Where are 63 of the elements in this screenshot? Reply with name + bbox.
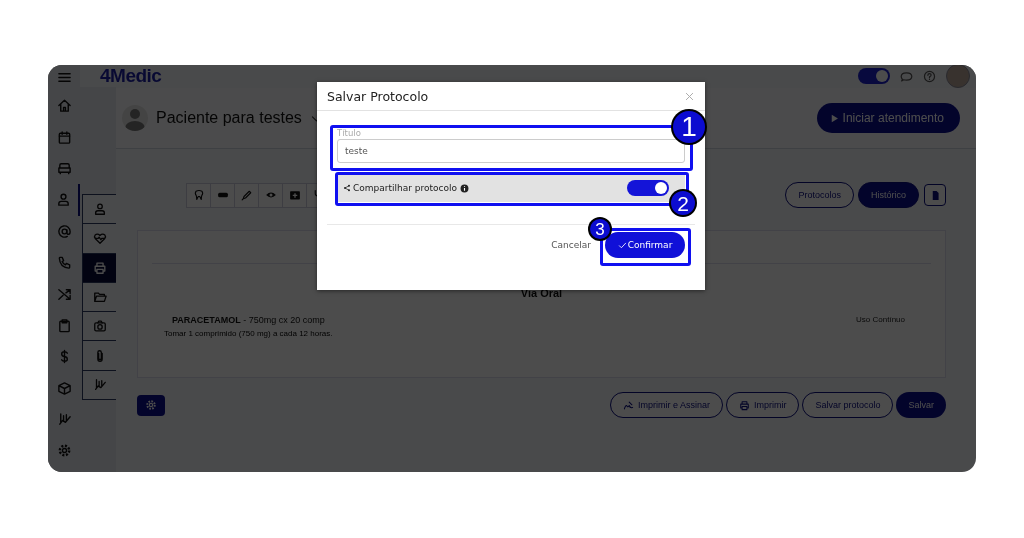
user-avatar[interactable] — [946, 65, 970, 88]
logo: 4Medic — [100, 65, 162, 87]
action-button[interactable]: Imprimir — [725, 392, 800, 418]
share-toggle[interactable] — [627, 180, 669, 196]
patient-avatar — [122, 105, 148, 131]
title-input[interactable]: teste — [337, 139, 685, 163]
cancel-button[interactable]: Cancelar — [551, 240, 591, 250]
menu-icon[interactable] — [56, 70, 72, 85]
chat-icon[interactable] — [900, 69, 913, 83]
side-tab[interactable] — [83, 253, 116, 283]
settings-icon — [56, 443, 72, 459]
folder-icon — [92, 290, 107, 305]
chart-icon — [92, 377, 107, 392]
cube-icon — [56, 380, 72, 396]
at-sign-icon — [56, 223, 72, 239]
help-icon[interactable] — [923, 69, 936, 83]
callout-number: 3 — [590, 219, 610, 239]
signature-icon — [622, 399, 634, 411]
shuffle-icon — [56, 286, 72, 302]
settings-icon — [145, 399, 157, 411]
camera-icon — [92, 319, 107, 334]
action-button[interactable]: Imprimir e Assinar — [609, 392, 723, 418]
callout-number: 2 — [671, 191, 695, 215]
view-toggle-button[interactable]: Histórico — [858, 182, 919, 208]
action-button[interactable]: Salvar — [896, 392, 946, 418]
side-tab[interactable] — [83, 341, 116, 371]
tooth-icon[interactable] — [192, 189, 205, 201]
calendar-icon — [56, 129, 72, 145]
info-icon[interactable] — [460, 183, 469, 193]
dialog-title: Salvar Protocolo — [327, 88, 429, 104]
document-button[interactable] — [924, 184, 946, 206]
person-icon — [92, 202, 107, 217]
share-icon — [343, 184, 351, 192]
field-label: Título — [337, 128, 362, 138]
person-icon — [55, 192, 71, 208]
heartbeat-icon — [92, 231, 107, 246]
pen-icon[interactable] — [240, 189, 253, 201]
close-button[interactable] — [684, 90, 695, 102]
patient-name[interactable]: Paciente para testes — [156, 109, 302, 127]
first-aid-icon[interactable] — [288, 189, 301, 201]
confirm-button[interactable]: Confirmar — [605, 232, 685, 258]
phone-icon — [56, 255, 72, 271]
side-tab[interactable] — [83, 370, 116, 400]
callout-number: 1 — [673, 111, 705, 143]
view-toggle-button[interactable]: Protocolos — [785, 182, 854, 208]
side-tab[interactable] — [83, 312, 116, 342]
close-icon — [684, 90, 695, 102]
chart-icon — [56, 412, 72, 428]
check-icon — [617, 240, 627, 250]
printer-icon — [738, 399, 750, 411]
sofa-icon — [56, 160, 72, 176]
action-button[interactable]: Salvar protocolo — [802, 392, 894, 418]
theme-toggle[interactable] — [858, 68, 890, 84]
side-tab[interactable] — [83, 195, 116, 225]
settings-button[interactable] — [137, 394, 165, 416]
share-label: Compartilhar protocolo — [353, 183, 457, 193]
medication-line: PARACETAMOL - 750mg cx 20 comp — [172, 315, 326, 325]
home-icon — [56, 98, 72, 114]
clipboard-icon — [56, 317, 72, 333]
side-tab[interactable] — [83, 224, 116, 254]
start-consultation-button[interactable]: Iniciar atendimento — [816, 103, 960, 133]
side-tab[interactable] — [83, 282, 116, 313]
printer-icon — [92, 260, 107, 275]
